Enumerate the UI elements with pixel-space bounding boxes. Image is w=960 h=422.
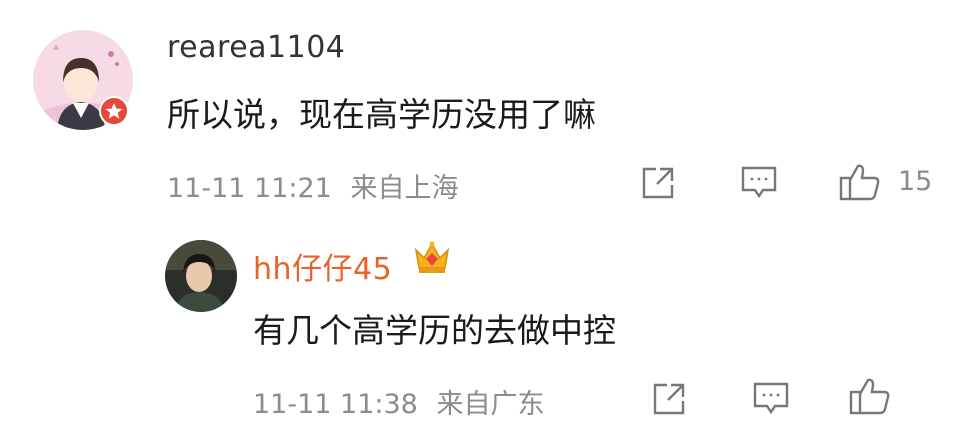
comment-location: 来自上海 [350,173,459,204]
username[interactable]: hh仔仔45 [253,244,392,288]
comment-icon[interactable] [752,381,790,421]
verified-badge-icon [99,96,129,126]
comment-meta: 11-11 11:21 来自上海 [167,166,458,205]
share-icon[interactable] [651,381,687,421]
comment-text: 有几个高学历的去做中控 [253,311,616,350]
comment-text: 所以说，现在高学历没用了嘛 [167,95,596,134]
comment-meta: 11-11 11:38 来自广东 [253,382,544,421]
crown-badge-icon [412,238,452,280]
comment-time: 11-11 11:21 [167,173,332,204]
like-count: 15 [898,166,933,197]
comment-location: 来自广东 [436,389,545,420]
comment-icon[interactable] [740,165,778,205]
avatar[interactable] [33,30,133,130]
thumbs-up-icon[interactable] [838,162,882,206]
thumbs-up-icon[interactable] [848,376,892,420]
avatar-image [165,240,237,312]
comment-time: 11-11 11:38 [253,389,418,420]
avatar[interactable] [165,240,237,312]
share-icon[interactable] [640,165,676,205]
username[interactable]: rearea1104 [167,30,345,65]
